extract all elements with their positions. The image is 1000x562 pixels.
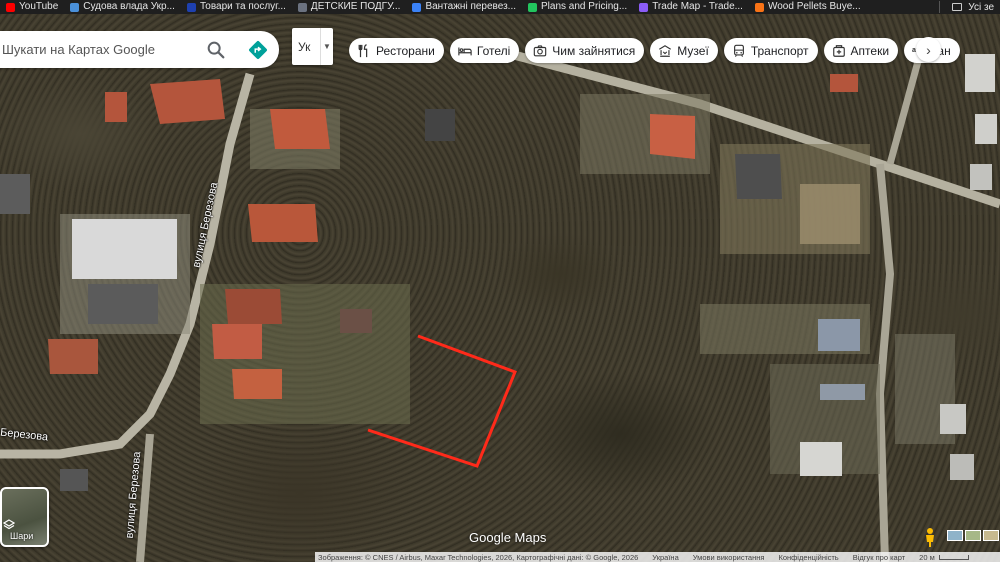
house-roof-white (72, 219, 177, 279)
house-roof-dark (425, 109, 455, 141)
cargo-icon (412, 2, 422, 12)
house-roof-white (965, 54, 995, 92)
camera-icon (534, 44, 547, 56)
google-maps-logo: Google Maps (469, 530, 547, 545)
scale-control[interactable]: 20 м (919, 553, 969, 562)
museum-icon (659, 44, 672, 57)
bookmark-kids[interactable]: ДЕТСКИЕ ПОДГУ... (292, 0, 407, 14)
road-east (875, 163, 895, 562)
scale-bar (938, 554, 969, 560)
layers-button[interactable]: Шари (0, 487, 49, 547)
house-roof (225, 289, 282, 324)
bookmark-woodpellets[interactable]: Wood Pellets Buye... (749, 0, 867, 14)
layers-label: Шари (10, 531, 34, 541)
all-bookmarks[interactable]: Усі зе (933, 0, 1000, 14)
chips-next-button[interactable]: › (916, 37, 941, 62)
plans-icon (528, 2, 538, 12)
language-selector[interactable]: Ук ▼ (292, 28, 333, 65)
youtube-icon (6, 2, 15, 12)
imagery-thumbnail[interactable] (965, 530, 981, 541)
map-footer: Зображення: © CNES / Airbus, Maxar Techn… (315, 552, 1000, 562)
map-imagery (0, 49, 1000, 562)
bookmark-court[interactable]: Судова влада Укр... (64, 0, 181, 14)
language-code: Ук (298, 39, 311, 54)
house-roof (212, 324, 262, 359)
search-input[interactable] (2, 42, 202, 57)
house-roof (105, 92, 127, 122)
house-roof-white (940, 404, 966, 434)
imagery-thumbnail[interactable] (983, 530, 999, 541)
house-roof (270, 109, 330, 149)
terms-link[interactable]: Умови використання (693, 553, 765, 562)
house-roof (830, 74, 858, 92)
house-roof-dark (735, 154, 782, 199)
folder-icon (952, 3, 963, 11)
chip-pharmacies[interactable]: Аптеки (823, 38, 899, 63)
satellite-map[interactable]: вулиця Березова Березова вулиця Березова (0, 14, 1000, 562)
imagery-thumbnail[interactable] (947, 530, 963, 541)
bookmarks-bar: YouTube Судова влада Укр... Товари та по… (0, 0, 1000, 14)
house-roof (232, 369, 282, 399)
house-roof-metal (818, 319, 860, 351)
pharmacy-icon (832, 44, 845, 57)
chip-transit[interactable]: Транспорт (723, 38, 818, 63)
goods-icon (186, 2, 196, 12)
chip-hotels[interactable]: Готелі (449, 38, 520, 63)
trademap-icon (639, 2, 649, 12)
layers-icon (3, 519, 15, 530)
kids-icon (297, 2, 307, 12)
country-link[interactable]: Україна (652, 553, 678, 562)
house-roof-dark (60, 469, 88, 491)
chevron-right-icon: › (926, 41, 931, 58)
bookmark-divider (939, 1, 941, 13)
garden-plot (800, 184, 860, 244)
house-roof-white (800, 442, 842, 476)
feedback-link[interactable]: Відгук про карт (853, 553, 905, 562)
privacy-link[interactable]: Конфіденційність (778, 553, 838, 562)
imagery-attribution: Зображення: © CNES / Airbus, Maxar Techn… (318, 552, 639, 562)
bookmark-cargo[interactable]: Вантажні перевез... (406, 0, 522, 14)
house-roof-white (970, 164, 992, 190)
chip-restaurants[interactable]: Ресторани (349, 38, 444, 63)
restaurant-icon (358, 43, 368, 57)
chip-museums[interactable]: Музеї (650, 38, 718, 63)
house-roof (340, 309, 372, 333)
house-roof (650, 114, 695, 159)
house-roof (150, 79, 225, 124)
chevron-down-icon: ▼ (320, 28, 333, 65)
bookmark-trademap[interactable]: Trade Map - Trade... (633, 0, 749, 14)
house-roof-white (950, 454, 974, 480)
bookmark-plans[interactable]: Plans and Pricing... (522, 0, 633, 14)
house-roof-dark (88, 284, 158, 324)
imagery-thumbnails (947, 530, 999, 541)
bookmark-goods[interactable]: Товари та послуг... (181, 0, 292, 14)
category-chips: Ресторани Готелі Чим зайнятися Музеї Тра… (349, 38, 961, 63)
house-roof-dark (0, 174, 30, 214)
house-roof-white (975, 114, 997, 144)
chip-things-to-do[interactable]: Чим зайнятися (525, 38, 645, 63)
woodpellets-icon (754, 2, 764, 12)
road-northeast (886, 53, 924, 165)
hotel-icon (458, 47, 472, 55)
pegman-icon[interactable] (922, 527, 938, 547)
transit-icon (733, 44, 744, 57)
greenhouse-roof (820, 384, 865, 400)
directions-icon[interactable] (247, 39, 269, 61)
search-box (0, 31, 279, 68)
search-icon[interactable] (205, 39, 227, 61)
court-icon (70, 2, 80, 12)
bookmark-youtube[interactable]: YouTube (0, 0, 64, 14)
house-roof (248, 204, 318, 242)
house-roof (48, 339, 98, 374)
